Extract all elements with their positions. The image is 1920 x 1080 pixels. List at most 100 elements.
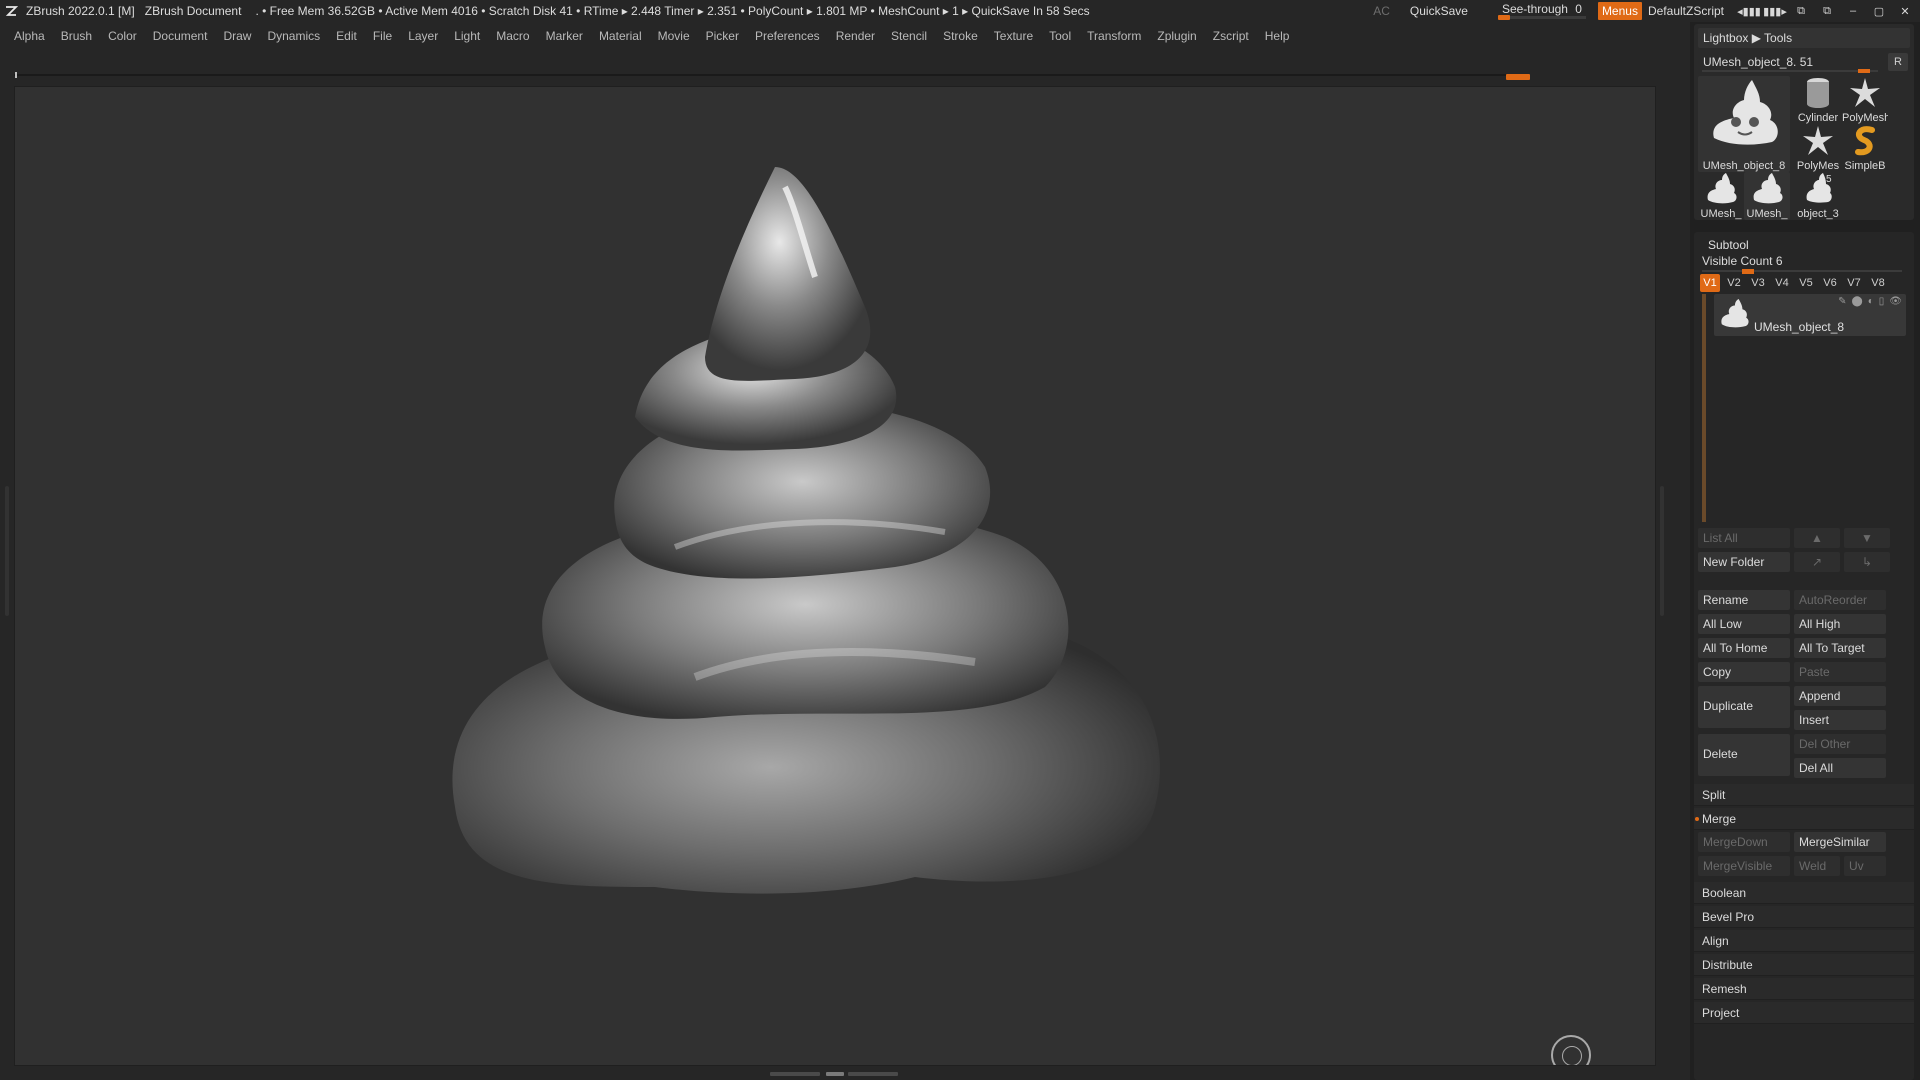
all-to-target-button[interactable]: All To Target: [1794, 638, 1886, 658]
delete-button[interactable]: Delete: [1698, 734, 1790, 776]
tab-v8[interactable]: V8: [1868, 274, 1888, 292]
merge-section[interactable]: Merge: [1694, 808, 1914, 830]
tab-v2[interactable]: V2: [1724, 274, 1744, 292]
bottom-grip-right[interactable]: [848, 1072, 898, 1076]
menu-file[interactable]: File: [373, 29, 392, 43]
copy-window-icon[interactable]: ⧉: [1790, 0, 1812, 22]
timeline-marker[interactable]: [1506, 74, 1530, 80]
bevel-pro-section[interactable]: Bevel Pro: [1694, 906, 1914, 928]
boolean-section[interactable]: Boolean: [1694, 882, 1914, 904]
right-tray-handle[interactable]: [1660, 486, 1664, 616]
tool-thumb-polymesh-2[interactable]: PolyMes: [1794, 124, 1842, 172]
tab-v6[interactable]: V6: [1820, 274, 1840, 292]
remesh-section[interactable]: Remesh: [1694, 978, 1914, 1000]
tool-thumb-umesh-object-8[interactable]: UMesh_object_8: [1698, 76, 1790, 172]
menu-alpha[interactable]: Alpha: [14, 29, 45, 43]
weld-button[interactable]: Weld: [1794, 856, 1840, 876]
tab-v1[interactable]: V1: [1700, 274, 1720, 292]
menu-edit[interactable]: Edit: [336, 29, 357, 43]
menus-button[interactable]: Menus: [1597, 2, 1642, 20]
default-zscript-button[interactable]: DefaultZScript: [1648, 4, 1724, 18]
brush-visibility-icon[interactable]: ✎: [1838, 296, 1846, 307]
tab-v7[interactable]: V7: [1844, 274, 1864, 292]
see-through-slider[interactable]: See-through 0: [1496, 2, 1588, 20]
menu-material[interactable]: Material: [599, 29, 642, 43]
tool-thumb-umesh-3[interactable]: UMesh_: [1744, 172, 1790, 220]
tab-v4[interactable]: V4: [1772, 274, 1792, 292]
all-low-button[interactable]: All Low: [1698, 614, 1790, 634]
maximize-icon[interactable]: ▢: [1868, 0, 1890, 22]
merge-down-button[interactable]: MergeDown: [1698, 832, 1790, 852]
menu-preferences[interactable]: Preferences: [755, 29, 820, 43]
restore-layout-icon[interactable]: ⧉: [1816, 0, 1838, 22]
tool-thumb-umesh-2[interactable]: UMesh_: [1698, 172, 1744, 220]
menu-macro[interactable]: Macro: [496, 29, 529, 43]
left-tray-handle[interactable]: [5, 486, 9, 616]
tab-v5[interactable]: V5: [1796, 274, 1816, 292]
bottom-grip-left[interactable]: [770, 1072, 820, 1076]
project-section[interactable]: Project: [1694, 1002, 1914, 1024]
tab-v3[interactable]: V3: [1748, 274, 1768, 292]
document-canvas[interactable]: [14, 86, 1656, 1066]
layout-right-icon[interactable]: ▮▮▮▸: [1763, 0, 1787, 22]
dynamesh-toggle-icon[interactable]: ◐: [1868, 296, 1874, 307]
new-folder-button[interactable]: New Folder: [1698, 552, 1790, 572]
layout-left-icon[interactable]: ◂▮▮▮: [1737, 0, 1761, 22]
subtool-item[interactable]: ✎ ⬤ ◐ ▯ 👁 UMesh_object_8: [1714, 294, 1906, 336]
close-icon[interactable]: ✕: [1894, 0, 1916, 22]
folder-toggle-icon[interactable]: ▯: [1879, 296, 1885, 307]
visible-count-slider[interactable]: Visible Count 6: [1702, 254, 1902, 274]
tool-thumb-cylinder[interactable]: Cylinder: [1794, 76, 1842, 124]
auto-reorder-button[interactable]: AutoReorder: [1794, 590, 1886, 610]
menu-movie[interactable]: Movie: [658, 29, 690, 43]
append-button[interactable]: Append: [1794, 686, 1886, 706]
folder-move-icon[interactable]: ↳: [1844, 552, 1890, 572]
menu-dynamics[interactable]: Dynamics: [267, 29, 320, 43]
lightbox-tools-title[interactable]: Lightbox ▶ Tools: [1698, 28, 1910, 48]
align-section[interactable]: Align: [1694, 930, 1914, 952]
tool-thumb-object-3[interactable]: 5 object_3: [1794, 172, 1842, 220]
sculpt-model[interactable]: [15, 87, 1656, 1066]
see-through-knob[interactable]: [1497, 15, 1510, 20]
menu-marker[interactable]: Marker: [546, 29, 583, 43]
menu-draw[interactable]: Draw: [223, 29, 251, 43]
duplicate-button[interactable]: Duplicate: [1698, 686, 1790, 728]
menu-texture[interactable]: Texture: [994, 29, 1033, 43]
menu-stencil[interactable]: Stencil: [891, 29, 927, 43]
quicksave-button[interactable]: QuickSave: [1410, 4, 1468, 18]
menu-picker[interactable]: Picker: [706, 29, 739, 43]
menu-light[interactable]: Light: [454, 29, 480, 43]
uv-button[interactable]: Uv: [1844, 856, 1886, 876]
move-up-icon[interactable]: ▲: [1794, 528, 1840, 548]
paste-button[interactable]: Paste: [1794, 662, 1886, 682]
ac-label[interactable]: AC: [1373, 4, 1390, 18]
rename-button[interactable]: Rename: [1698, 590, 1790, 610]
del-all-button[interactable]: Del All: [1794, 758, 1886, 778]
menu-brush[interactable]: Brush: [61, 29, 92, 43]
polypaint-toggle-icon[interactable]: ⬤: [1852, 296, 1863, 307]
timeline-track[interactable]: [14, 74, 1511, 76]
menu-zplugin[interactable]: Zplugin: [1157, 29, 1196, 43]
move-down-icon[interactable]: ▼: [1844, 528, 1890, 548]
merge-visible-button[interactable]: MergeVisible: [1698, 856, 1790, 876]
split-section[interactable]: Split: [1694, 784, 1914, 806]
tool-name-slider[interactable]: UMesh_object_8. 51: [1698, 51, 1878, 73]
bottom-expand-icon[interactable]: [826, 1072, 844, 1076]
menu-zscript[interactable]: Zscript: [1213, 29, 1249, 43]
folder-action-icon[interactable]: ↗: [1794, 552, 1840, 572]
tool-thumb-simplebrush[interactable]: SimpleB: [1842, 124, 1888, 172]
menu-document[interactable]: Document: [153, 29, 208, 43]
menu-layer[interactable]: Layer: [408, 29, 438, 43]
distribute-section[interactable]: Distribute: [1694, 954, 1914, 976]
list-all-button[interactable]: List All: [1698, 528, 1790, 548]
del-other-button[interactable]: Del Other: [1794, 734, 1886, 754]
menu-render[interactable]: Render: [836, 29, 875, 43]
tool-thumb-polymesh[interactable]: PolyMesh: [1842, 76, 1888, 124]
r-button[interactable]: R: [1888, 53, 1908, 71]
subtool-title[interactable]: Subtool: [1708, 238, 1749, 252]
menu-tool[interactable]: Tool: [1049, 29, 1071, 43]
menu-transform[interactable]: Transform: [1087, 29, 1141, 43]
all-high-button[interactable]: All High: [1794, 614, 1886, 634]
insert-button[interactable]: Insert: [1794, 710, 1886, 730]
menu-help[interactable]: Help: [1265, 29, 1290, 43]
